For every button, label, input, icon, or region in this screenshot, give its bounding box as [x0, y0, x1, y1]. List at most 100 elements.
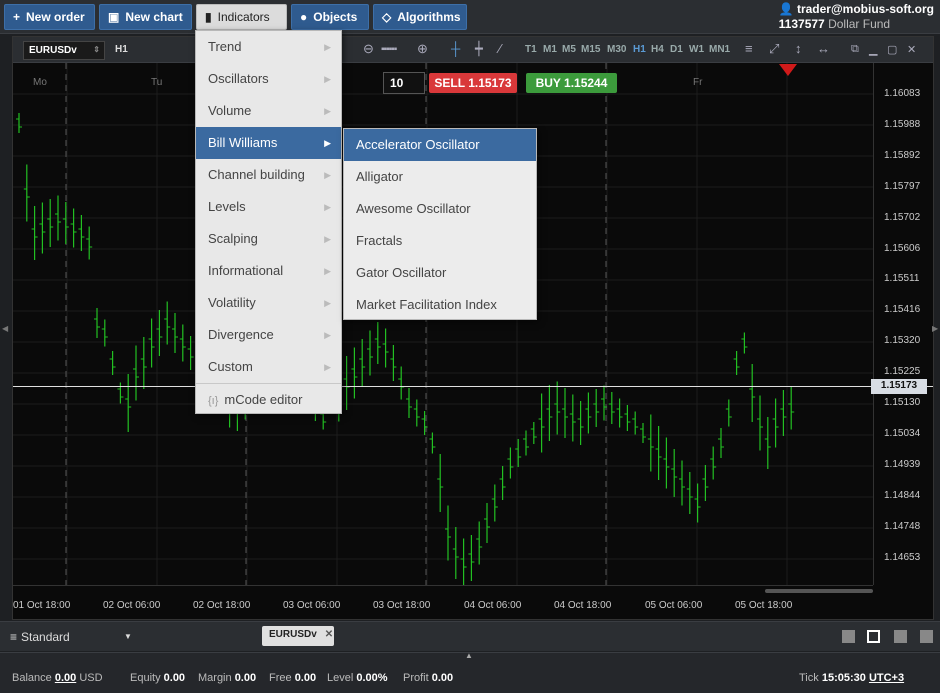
right-collapse-icon[interactable]: ▶ [932, 324, 938, 333]
tf-m15[interactable]: M15 [581, 44, 600, 55]
menu-item-scalping[interactable]: Scalping ▶ [196, 223, 341, 255]
x-tick: 03 Oct 06:00 [283, 600, 341, 611]
menu-icon: ≡ [10, 630, 18, 644]
price-axis[interactable]: 1.16083 1.15988 1.15892 1.15797 1.15702 … [873, 63, 933, 585]
close-tab-icon[interactable]: ✕ [325, 629, 333, 640]
submenu-item-fractals[interactable]: Fractals [344, 225, 536, 257]
account-info[interactable]: 👤 trader@mobius-soft.org 1137577 Dollar … [779, 0, 934, 31]
bars-icon: ▮ [205, 10, 212, 24]
submenu-arrow-icon: ▶ [324, 42, 331, 52]
tf-h4[interactable]: H4 [651, 44, 664, 55]
menu-item-volatility[interactable]: Volatility ▶ [196, 287, 341, 319]
objects-button[interactable]: ● Objects [291, 4, 369, 30]
x-tick: 04 Oct 18:00 [554, 600, 612, 611]
indicators-menu: Trend ▶ Oscillators ▶ Volume ▶ Bill William… [195, 30, 342, 414]
indicators-button[interactable]: ▮ Indicators [196, 4, 287, 30]
menu-item-divergence[interactable]: Divergence ▶ [196, 319, 341, 351]
tf-m1[interactable]: M1 [543, 44, 557, 55]
submenu-item-accelerator-oscillator[interactable]: Accelerator Oscillator [344, 129, 536, 161]
y-tick: 1.15034 [884, 428, 921, 439]
chart-icon: ▣ [108, 10, 120, 24]
y-tick: 1.14939 [884, 459, 921, 470]
menu-item-volume[interactable]: Volume ▶ [196, 95, 341, 127]
timeframe-label: H1 [115, 44, 128, 55]
menu-item-trend[interactable]: Trend ▶ [196, 31, 341, 63]
minimize-icon[interactable]: ▁ [869, 43, 877, 56]
submenu-arrow-icon: ▶ [324, 234, 331, 244]
maximize-icon[interactable]: ▢ [887, 43, 897, 56]
main-toolbar: + New order ▣ New chart ▮ Indicators ● Objec… [0, 0, 940, 34]
quantity-input[interactable]: 10 [383, 72, 425, 94]
time-axis[interactable]: 01 Oct 18:00 02 Oct 06:00 02 Oct 18:00 0… [13, 585, 873, 621]
chart-tab[interactable]: EURUSDv ✕ [262, 626, 334, 646]
free-stat: Free 0.00 [269, 672, 317, 684]
menu-item-mcode-editor[interactable]: {ı} mCode editor [196, 383, 341, 416]
new-order-button[interactable]: + New order [4, 4, 95, 30]
timezone-select[interactable]: UTC+3 [869, 672, 904, 684]
current-price-line [13, 386, 933, 387]
tf-m5[interactable]: M5 [562, 44, 576, 55]
x-tick: 03 Oct 18:00 [373, 600, 431, 611]
menu-item-levels[interactable]: Levels ▶ [196, 191, 341, 223]
chart-window: EURUSDv ⇕ H1 ⊖ ▪▪▪▪▪▪ ⊕ ┼ ┿ ⁄ T1 M1 M5 M1… [12, 36, 934, 620]
left-collapse-icon[interactable]: ◀ [2, 324, 8, 333]
close-icon[interactable]: ✕ [907, 43, 916, 56]
balance-stat: Balance 0.00 USD [12, 672, 103, 684]
horizontal-line-icon[interactable]: ↔ [817, 41, 830, 56]
submenu-arrow-icon: ▶ [324, 362, 331, 372]
sell-button[interactable]: SELL 1.15173 [429, 73, 517, 93]
menu-item-channel-building[interactable]: Channel building ▶ [196, 159, 341, 191]
alert-marker [779, 64, 797, 76]
stepper-icon: ⇕ [93, 45, 100, 54]
settings-lines-icon[interactable]: ≡ [745, 41, 753, 56]
workspace-bar: ≡ Standard ▼ EURUSDv ✕ [0, 621, 940, 651]
submenu-item-awesome-oscillator[interactable]: Awesome Oscillator [344, 193, 536, 225]
day-label: Tu [151, 77, 163, 88]
buy-button[interactable]: BUY 1.15244 [526, 73, 617, 93]
submenu-arrow-icon: ▶ [324, 298, 331, 308]
equity-stat: Equity 0.00 [130, 672, 186, 684]
tf-t1[interactable]: T1 [525, 44, 537, 55]
menu-item-informational[interactable]: Informational ▶ [196, 255, 341, 287]
zoom-slider[interactable]: ▪▪▪▪▪▪ [381, 44, 397, 55]
zoom-out-icon[interactable]: ⊖ [363, 41, 374, 57]
workspace-select[interactable]: ≡ Standard ▼ [0, 622, 253, 652]
chart-toolbar: EURUSDv ⇕ H1 ⊖ ▪▪▪▪▪▪ ⊕ ┼ ┿ ⁄ T1 M1 M5 M1… [13, 37, 933, 63]
x-tick: 05 Oct 18:00 [735, 600, 793, 611]
tf-mn1[interactable]: MN1 [709, 44, 730, 55]
tf-d1[interactable]: D1 [670, 44, 683, 55]
algorithms-button[interactable]: ◇ Algorithms [373, 4, 467, 30]
y-tick: 1.15702 [884, 212, 921, 223]
line-chart-icon[interactable]: ⁄ [499, 41, 501, 56]
tf-m30[interactable]: M30 [607, 44, 626, 55]
submenu-item-alligator[interactable]: Alligator [344, 161, 536, 193]
detach-icon[interactable]: ⧉ [851, 43, 859, 56]
new-chart-button[interactable]: ▣ New chart [99, 4, 192, 30]
tf-h1[interactable]: H1 [633, 44, 646, 55]
menu-item-custom[interactable]: Custom ▶ [196, 351, 341, 383]
menu-item-oscillators[interactable]: Oscillators ▶ [196, 63, 341, 95]
x-tick: 01 Oct 18:00 [13, 600, 71, 611]
layout-single-icon[interactable] [842, 630, 855, 643]
y-tick: 1.15320 [884, 335, 921, 346]
menu-item-bill-williams[interactable]: Bill Williams ▶ [196, 127, 341, 159]
tf-w1[interactable]: W1 [689, 44, 704, 55]
candle-chart-icon[interactable]: ┿ [475, 41, 483, 57]
horizontal-scrollbar[interactable] [765, 589, 873, 593]
submenu-item-gator-oscillator[interactable]: Gator Oscillator [344, 257, 536, 289]
trendline-icon[interactable]: ⤢ [769, 41, 779, 57]
symbol-select[interactable]: EURUSDv ⇕ [23, 41, 105, 60]
layout-rows-icon[interactable] [920, 630, 933, 643]
expand-panel-icon[interactable]: ▲ [465, 651, 473, 660]
layout-columns-icon[interactable] [894, 630, 907, 643]
x-tick: 04 Oct 06:00 [464, 600, 522, 611]
y-tick: 1.14844 [884, 490, 921, 501]
y-tick: 1.15988 [884, 119, 921, 130]
layout-grid-icon[interactable] [867, 630, 880, 643]
submenu-arrow-icon: ▶ [324, 138, 331, 148]
submenu-item-market-facilitation-index[interactable]: Market Facilitation Index [344, 289, 536, 321]
bar-chart-icon[interactable]: ┼ [451, 41, 460, 56]
plus-icon: + [13, 10, 21, 24]
zoom-in-icon[interactable]: ⊕ [417, 41, 428, 57]
vertical-line-icon[interactable]: ↕ [795, 41, 802, 56]
